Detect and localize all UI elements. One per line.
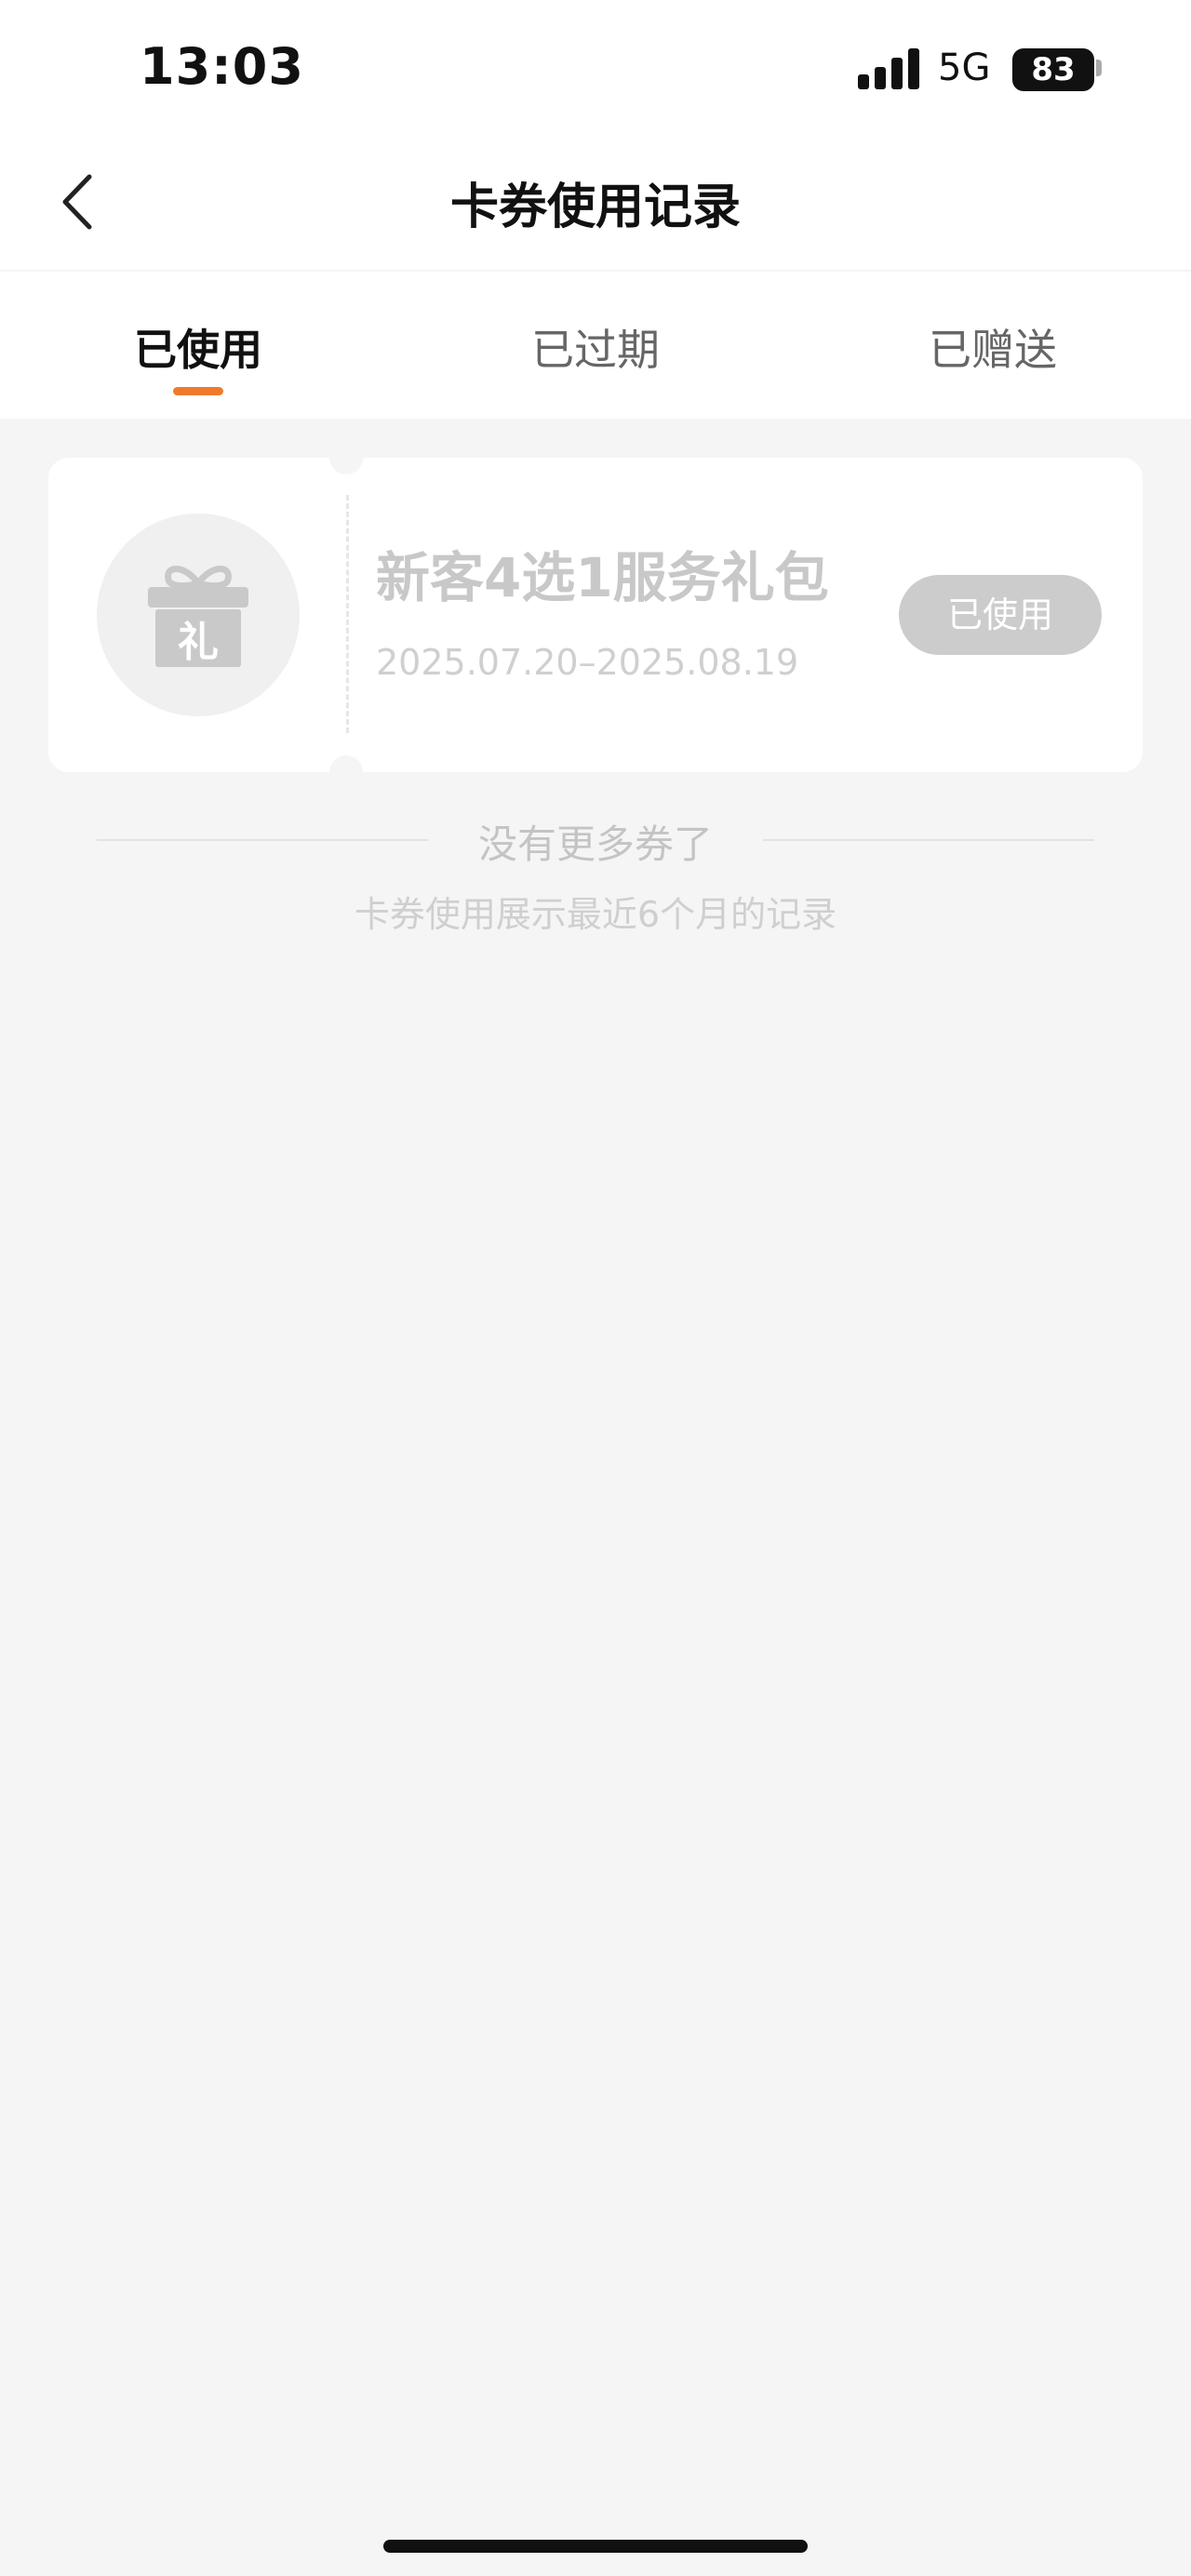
battery-icon: 83 bbox=[1012, 48, 1094, 91]
status-bar: 13:03 5G 83 bbox=[0, 0, 1191, 140]
gift-icon-label: 礼 bbox=[178, 619, 219, 666]
coupon-notch-bottom bbox=[329, 755, 363, 789]
status-time: 13:03 bbox=[140, 37, 304, 96]
tab-used[interactable]: 已使用 bbox=[77, 316, 319, 378]
gift-icon: 礼 bbox=[148, 566, 248, 667]
status-badge: 已使用 bbox=[899, 575, 1102, 655]
coupon-title: 新客4选1服务礼包 bbox=[376, 546, 829, 609]
record-range-note: 卡券使用展示最近6个月的记录 bbox=[354, 894, 837, 935]
end-divider-right bbox=[763, 839, 1094, 841]
active-tab-indicator bbox=[173, 387, 223, 395]
battery-tip bbox=[1096, 60, 1102, 76]
cellular-signal-icon bbox=[858, 48, 919, 89]
tab-expired[interactable]: 已过期 bbox=[475, 316, 716, 378]
coupon-icon-circle: 礼 bbox=[97, 514, 300, 716]
coupon-notch-top bbox=[329, 441, 363, 474]
coupon-date-range: 2025.07.20–2025.08.19 bbox=[376, 642, 799, 683]
nav-bar: 卡券使用记录 bbox=[0, 140, 1191, 270]
no-more-text: 没有更多券了 bbox=[477, 821, 713, 867]
tab-gifted[interactable]: 已赠送 bbox=[872, 316, 1114, 378]
coupon-card[interactable]: 礼 新客4选1服务礼包 2025.07.20–2025.08.19 已使用 bbox=[48, 441, 1143, 789]
network-type: 5G bbox=[938, 47, 991, 89]
coupon-divider bbox=[346, 495, 349, 733]
tab-bar: 已使用 已过期 已赠送 bbox=[0, 272, 1191, 419]
page-title: 卡券使用记录 bbox=[449, 180, 741, 235]
home-indicator[interactable] bbox=[383, 2540, 808, 2553]
